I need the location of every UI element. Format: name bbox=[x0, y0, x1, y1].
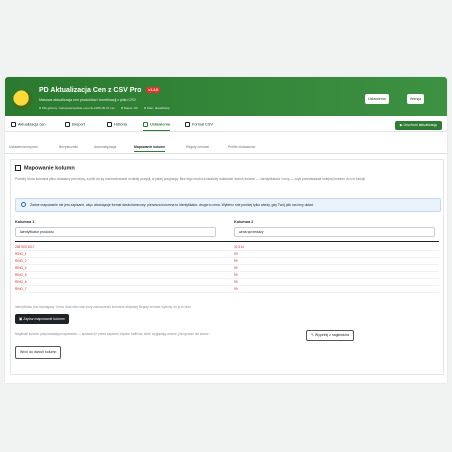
info-icon bbox=[21, 202, 26, 207]
fill-from-headers-button[interactable]: ✎ Wypełnij z nagłówków bbox=[306, 330, 355, 341]
version-badge: v1.4.0 bbox=[146, 87, 161, 94]
module-subtitle: Masowa aktualizacja cen produktów i komb… bbox=[39, 98, 136, 102]
table-row: RING_7 99 bbox=[15, 286, 439, 293]
title-text: PD Aktualizacja Cen z CSV Pro bbox=[39, 87, 142, 94]
tab-history[interactable]: Historia bbox=[107, 122, 127, 127]
price-icon bbox=[11, 122, 16, 127]
reset-two-columns-button[interactable]: Wróć do dwóch kolumn bbox=[15, 346, 62, 359]
module-meta: Plik główny: zakupowe/update-exports-202… bbox=[39, 106, 174, 110]
table-divider bbox=[15, 241, 439, 242]
module-title: PD Aktualizacja Cen z CSV Pro v1.4.0 bbox=[39, 87, 161, 94]
subtab-suppliers[interactable]: Profile dostawców bbox=[228, 145, 255, 149]
column-1-label: Kolumna 1 bbox=[15, 220, 35, 224]
meta-state: Stan: aktualizacji bbox=[143, 106, 169, 110]
panel-title: Mapowanie kolumn bbox=[15, 165, 75, 171]
chevron-down-icon: ⌄ bbox=[20, 229, 23, 234]
subtab-column-mapping[interactable]: Mapowanie kolumn bbox=[134, 145, 166, 152]
settings-subtabs: Ustawienia importu Bezpieczniki Automaty… bbox=[5, 143, 447, 154]
tab-settings[interactable]: Ustawienia bbox=[143, 122, 170, 131]
subtab-price-rules[interactable]: Reguły cenowe bbox=[186, 145, 209, 149]
version-button[interactable]: Wersja bbox=[407, 94, 425, 104]
tab-price-update[interactable]: Aktualizacja cen bbox=[11, 122, 45, 127]
table-row: RING_5 99 bbox=[15, 272, 439, 279]
export-icon bbox=[65, 122, 70, 127]
meta-file: Plik główny: zakupowe/update-exports-202… bbox=[39, 106, 115, 110]
panel-intro: Przesłij, która kolumna pliku dostawcy j… bbox=[15, 177, 366, 181]
settings-button[interactable]: Ustawienia bbox=[365, 94, 389, 104]
table-row: 28875371617 32.514 bbox=[15, 244, 439, 251]
subtab-import[interactable]: Ustawienia importu bbox=[9, 145, 38, 149]
module-logo bbox=[13, 90, 33, 110]
tab-export[interactable]: Eksport bbox=[65, 122, 85, 127]
columns-icon bbox=[15, 165, 21, 171]
table-row: RING_1 99 bbox=[15, 251, 439, 258]
meta-status: Status: OK bbox=[120, 106, 138, 110]
column-1-select[interactable]: Identyfikator produktu ⌄ bbox=[15, 227, 216, 237]
table-row: RING_2 99 bbox=[15, 258, 439, 265]
info-notice: Żadne mapowanie nie jest zapisane, więc … bbox=[15, 198, 441, 212]
history-icon bbox=[107, 122, 112, 127]
tab-csv-format[interactable]: Format CSV bbox=[185, 122, 213, 127]
headers-note: Nagłówki kolumn podpowiadają mapowanie —… bbox=[15, 332, 210, 336]
module-header: PD Aktualizacja Cen z CSV Pro v1.4.0 Mas… bbox=[5, 77, 447, 116]
required-note: Identyfikator jest wymagany. Cena, ilość… bbox=[15, 305, 192, 309]
subtab-automation[interactable]: Automatyzacja bbox=[94, 145, 116, 149]
save-mapping-button[interactable]: ▣ Zapisz mapowanie kolumn bbox=[15, 314, 69, 324]
column-mapping-panel: Mapowanie kolumn Przesłij, która kolumna… bbox=[10, 159, 444, 375]
column-2-select[interactable]: cena sprzedaży ⌄ bbox=[234, 227, 435, 237]
chevron-down-icon: ⌄ bbox=[239, 229, 242, 234]
main-nav: Aktualizacja cen Eksport Historia Ustawi… bbox=[5, 118, 447, 132]
gear-icon bbox=[143, 122, 148, 127]
settings-page: PD Aktualizacja Cen z CSV Pro v1.4.0 Mas… bbox=[5, 77, 447, 383]
table-row: RING_6 99 bbox=[15, 279, 439, 286]
subtab-safety[interactable]: Bezpieczniki bbox=[59, 145, 78, 149]
file-icon bbox=[185, 122, 190, 127]
run-update-button[interactable]: ▶ Uruchom aktualizację bbox=[394, 121, 442, 130]
column-2-label: Kolumna 2 bbox=[234, 220, 254, 224]
table-row: RING_4 99 bbox=[15, 265, 439, 272]
